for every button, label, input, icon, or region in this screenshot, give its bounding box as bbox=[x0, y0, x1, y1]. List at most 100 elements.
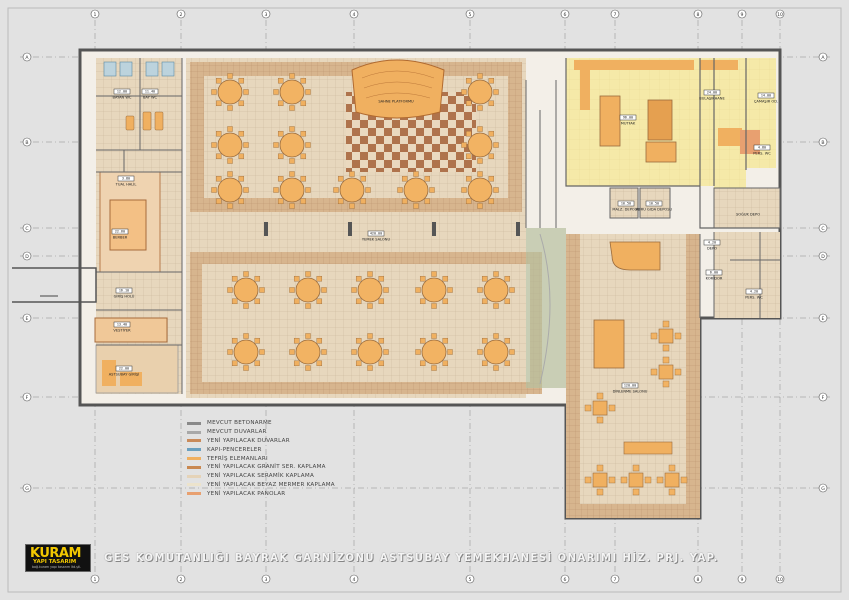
room-label: SAHNE PLATFORMU bbox=[378, 100, 414, 104]
svg-text:GİRİŞ HOLÜ: GİRİŞ HOLÜ bbox=[114, 294, 135, 299]
legend-label: TEFRİŞ ELEMANLARI bbox=[207, 455, 268, 462]
svg-text:B: B bbox=[821, 140, 824, 146]
legend-item: MEVCUT BETONARME bbox=[187, 419, 387, 428]
grid-column-marker: 8 bbox=[693, 9, 703, 19]
legend-label: YENİ YAPILACAK SERAMİK KAPLAMA bbox=[207, 473, 315, 480]
grid-row-marker: G bbox=[22, 483, 32, 493]
grid-column-marker: 9 bbox=[737, 574, 747, 584]
svg-text:PERS. WC: PERS. WC bbox=[745, 296, 763, 300]
grid-column-marker: 5 bbox=[465, 574, 475, 584]
drawing-title: GES KOMUTANLIĞI BAYRAK GARNİZONU ASTSUBA… bbox=[104, 553, 719, 564]
legend-swatch bbox=[187, 483, 201, 487]
grid-row-marker: D bbox=[818, 251, 828, 261]
svg-text:10.50: 10.50 bbox=[621, 202, 631, 206]
svg-text:6.00: 6.00 bbox=[710, 271, 718, 275]
svg-text:2: 2 bbox=[180, 12, 183, 18]
legend-item: YENİ YAPILACAK DUVARLAR bbox=[187, 437, 387, 446]
grid-row-marker: D bbox=[22, 251, 32, 261]
svg-text:10: 10 bbox=[777, 12, 783, 18]
grid-row-marker: F bbox=[818, 392, 828, 402]
svg-text:BAY WC: BAY WC bbox=[143, 96, 158, 100]
legend-item: YENİ YAPILACAK GRANİT SER. KAPLAMA bbox=[187, 463, 387, 472]
svg-text:DİNLENME SALONU: DİNLENME SALONU bbox=[613, 389, 648, 394]
legend-swatch bbox=[187, 430, 201, 434]
svg-text:ASTSUBAY GİRİŞİ: ASTSUBAY GİRİŞİ bbox=[109, 372, 140, 377]
grid-column-marker: 4 bbox=[349, 574, 359, 584]
legend-item: YENİ YAPILACAK PANOLAR bbox=[187, 489, 387, 498]
room-label: 3.80TUAL HALİL bbox=[115, 175, 137, 187]
company-logo: KURAM YAPI TASARIM bağ.kuram yapı tasarı… bbox=[25, 544, 91, 572]
legend-swatch bbox=[187, 457, 201, 461]
svg-text:G: G bbox=[25, 486, 29, 492]
grid-row-marker: G bbox=[818, 483, 828, 493]
grid-column-marker: 2 bbox=[176, 574, 186, 584]
grid-column-marker: 2 bbox=[176, 9, 186, 19]
legend-item: YENİ YAPILACAK SERAMİK KAPLAMA bbox=[187, 472, 387, 481]
svg-text:7: 7 bbox=[614, 577, 617, 583]
svg-text:BULAŞIKHANE: BULAŞIKHANE bbox=[699, 97, 725, 101]
svg-text:3: 3 bbox=[265, 577, 268, 583]
room-label: 13.40VESTİYER bbox=[113, 321, 131, 333]
svg-text:4: 4 bbox=[353, 12, 356, 18]
svg-text:8: 8 bbox=[697, 12, 700, 18]
room-label: SOĞUK DEPO bbox=[736, 212, 760, 217]
grid-column-marker: 3 bbox=[261, 9, 271, 19]
grid-row-marker: B bbox=[22, 137, 32, 147]
grid-row-marker: A bbox=[818, 52, 828, 62]
svg-text:KORİDOR: KORİDOR bbox=[706, 276, 723, 281]
svg-text:F: F bbox=[822, 395, 825, 401]
svg-text:4.20: 4.20 bbox=[708, 241, 716, 245]
grid-row-marker: A bbox=[22, 52, 32, 62]
svg-text:420.00: 420.00 bbox=[370, 232, 382, 236]
svg-text:22.60: 22.60 bbox=[115, 230, 125, 234]
svg-text:C: C bbox=[25, 226, 28, 232]
svg-text:6: 6 bbox=[564, 12, 567, 18]
grid-column-marker: 8 bbox=[693, 574, 703, 584]
svg-text:5: 5 bbox=[469, 12, 472, 18]
grid-column-marker: 7 bbox=[610, 9, 620, 19]
grid-column-marker: 9 bbox=[737, 9, 747, 19]
svg-text:1: 1 bbox=[94, 577, 97, 583]
grid-row-marker: C bbox=[22, 223, 32, 233]
grid-row-marker: B bbox=[818, 137, 828, 147]
svg-text:10.50: 10.50 bbox=[649, 202, 659, 206]
svg-text:5: 5 bbox=[469, 577, 472, 583]
logo-tagline: bağ.kuram yapı tasarım ltd.şti. bbox=[32, 565, 82, 569]
grid-column-marker: 10 bbox=[775, 9, 785, 19]
svg-text:BERBER: BERBER bbox=[113, 236, 128, 240]
grid-column-marker: 1 bbox=[90, 574, 100, 584]
room-label: 22.60 BERBER bbox=[111, 228, 129, 240]
legend-label: YENİ YAPILACAK GRANİT SER. KAPLAMA bbox=[207, 464, 326, 471]
svg-text:PERS. WC: PERS. WC bbox=[753, 152, 771, 156]
svg-text:120.00: 120.00 bbox=[624, 384, 636, 388]
grid-row-marker: E bbox=[22, 313, 32, 323]
svg-text:E: E bbox=[26, 316, 29, 322]
svg-text:SOĞUK DEPO: SOĞUK DEPO bbox=[736, 212, 760, 217]
svg-text:16.10: 16.10 bbox=[119, 289, 129, 293]
svg-text:4: 4 bbox=[353, 577, 356, 583]
svg-text:2: 2 bbox=[180, 577, 183, 583]
legend-swatch bbox=[187, 465, 201, 469]
legend-label: MEVCUT DUVARLAR bbox=[207, 429, 267, 436]
svg-text:22.00: 22.00 bbox=[119, 367, 129, 371]
room-label: 16.10GİRİŞ HOLÜ bbox=[114, 287, 135, 299]
svg-text:24.00: 24.00 bbox=[707, 91, 717, 95]
svg-text:3: 3 bbox=[265, 12, 268, 18]
legend-swatch bbox=[187, 439, 201, 443]
svg-text:SAHNE PLATFORMU: SAHNE PLATFORMU bbox=[378, 100, 414, 104]
svg-text:C: C bbox=[821, 226, 824, 232]
legend-item: MEVCUT DUVARLAR bbox=[187, 428, 387, 437]
room-label: 96.00 MUTFAK bbox=[619, 114, 637, 126]
svg-text:MUTFAK: MUTFAK bbox=[621, 122, 636, 126]
left-wing bbox=[12, 58, 183, 394]
svg-text:9: 9 bbox=[741, 577, 744, 583]
svg-text:TUAL HALİL: TUAL HALİL bbox=[115, 182, 137, 187]
legend-label: YENİ YAPILACAK DUVARLAR bbox=[207, 437, 290, 444]
legend-item: TEFRİŞ ELEMANLARI bbox=[187, 454, 387, 463]
svg-text:12.00: 12.00 bbox=[117, 90, 127, 94]
grid-row-marker: E bbox=[818, 313, 828, 323]
svg-text:YEMEK SALONU: YEMEK SALONU bbox=[362, 238, 391, 242]
svg-text:6: 6 bbox=[564, 577, 567, 583]
legend-label: KAPI-PENCERELER bbox=[207, 446, 262, 453]
legend-label: YENİ YAPILACAK BEYAZ MERMER KAPLAMA bbox=[207, 481, 335, 488]
